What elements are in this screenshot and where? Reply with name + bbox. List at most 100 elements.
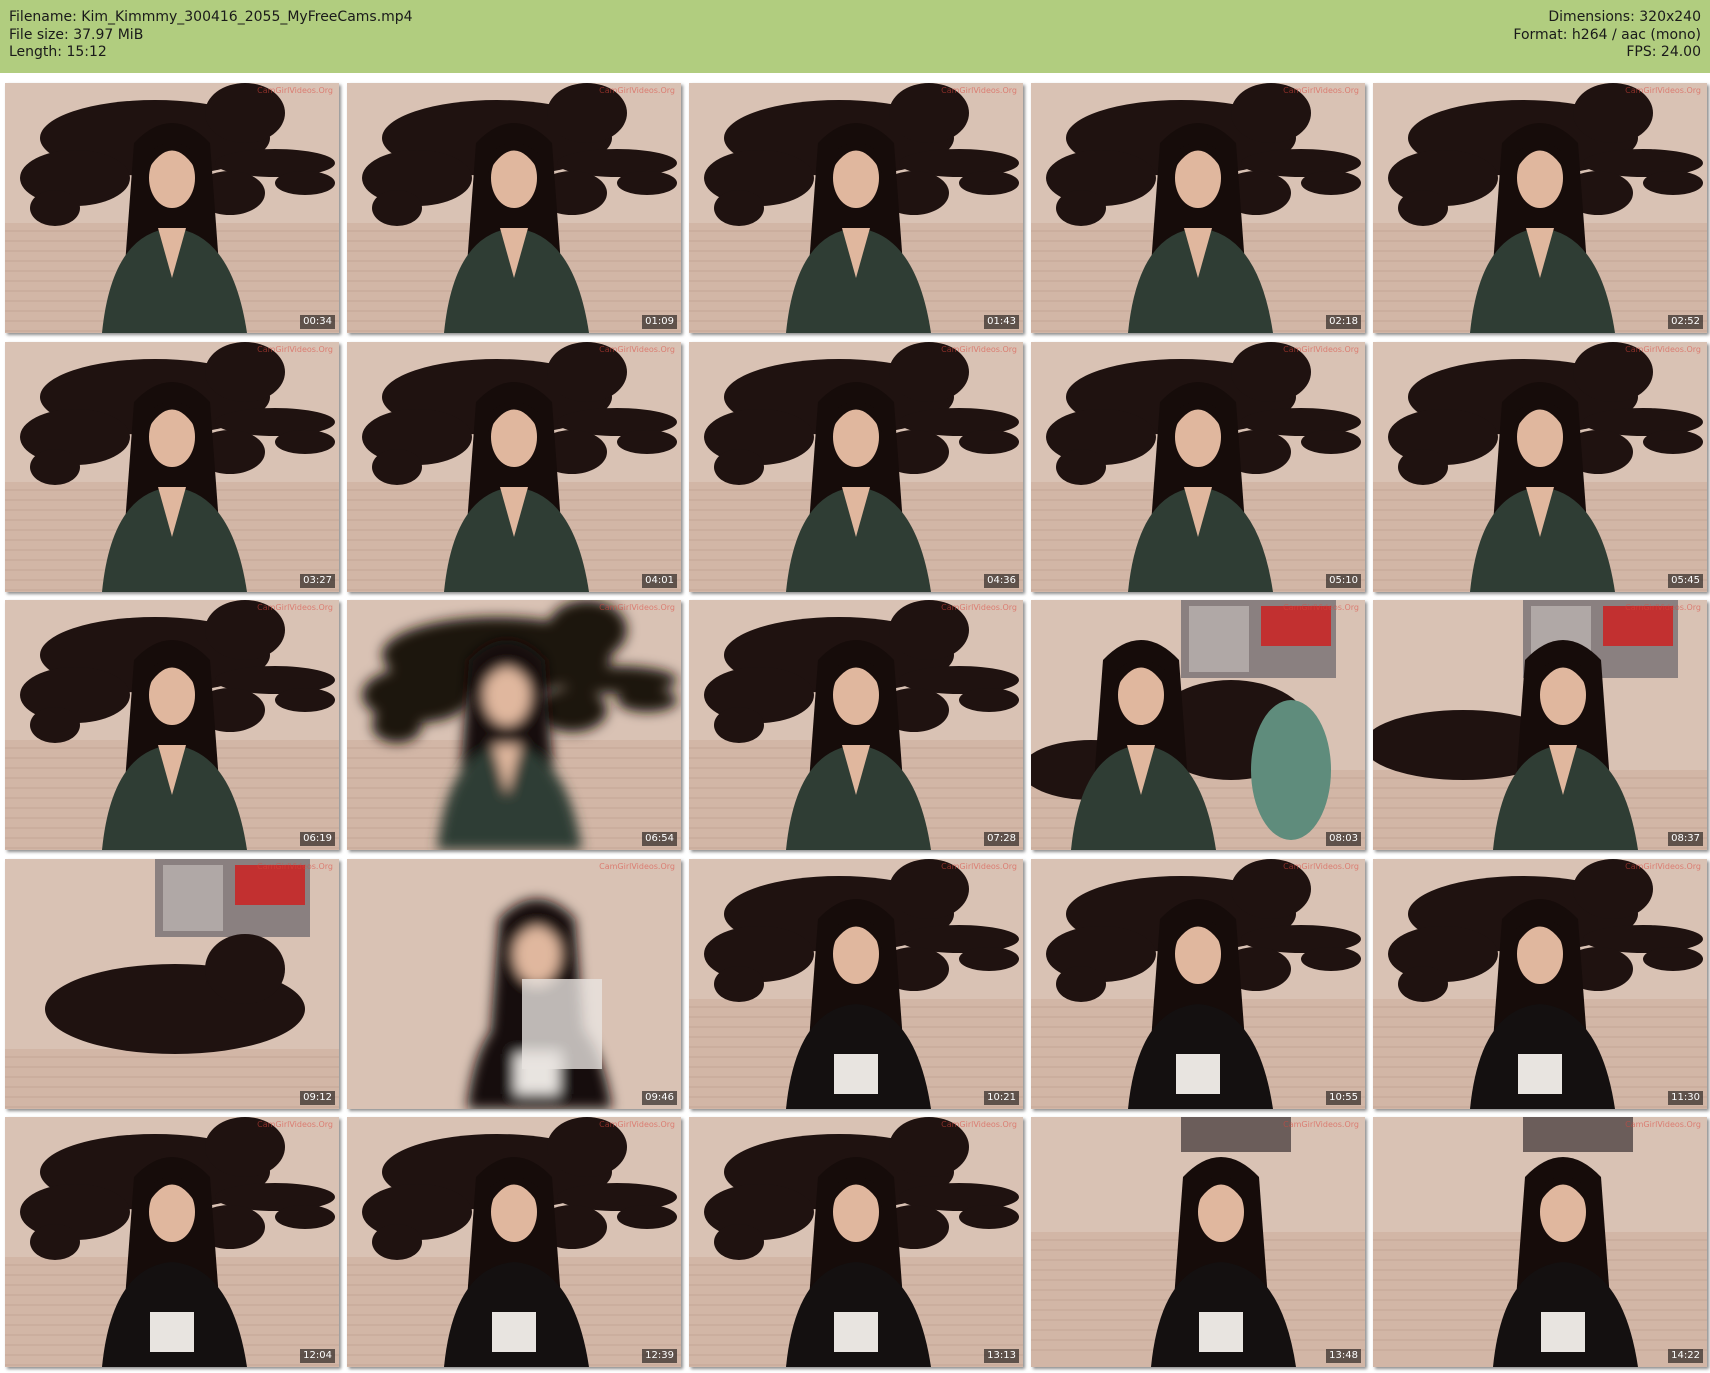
thumbnail-frame-image xyxy=(689,859,1023,1109)
watermark-text: CamGirlVideos.Org xyxy=(599,862,675,871)
video-thumbnail: CamGirlVideos.Org 08:03 xyxy=(1031,600,1365,850)
video-thumbnail: CamGirlVideos.Org 09:46 xyxy=(347,859,681,1109)
video-thumbnail: CamGirlVideos.Org 06:54 xyxy=(347,600,681,850)
video-thumbnail: CamGirlVideos.Org 04:36 xyxy=(689,342,1023,592)
watermark-text: CamGirlVideos.Org xyxy=(941,1120,1017,1129)
thumbnail-grid: CamGirlVideos.Org 00:34 CamGirlVideos.Org 0… xyxy=(5,83,1707,1368)
watermark-text: CamGirlVideos.Org xyxy=(257,603,333,612)
thumbnail-frame-image xyxy=(1031,600,1365,850)
watermark-text: CamGirlVideos.Org xyxy=(257,862,333,871)
thumbnail-frame-image xyxy=(1373,1117,1707,1367)
thumbnail-frame-image xyxy=(1373,859,1707,1109)
watermark-text: CamGirlVideos.Org xyxy=(1625,862,1701,871)
timestamp-label: 08:37 xyxy=(1668,832,1703,846)
video-thumbnail: CamGirlVideos.Org 14:22 xyxy=(1373,1117,1707,1367)
thumbnail-frame-image xyxy=(5,83,339,333)
watermark-text: CamGirlVideos.Org xyxy=(941,603,1017,612)
timestamp-label: 14:22 xyxy=(1668,1349,1703,1363)
timestamp-label: 04:01 xyxy=(642,574,677,588)
timestamp-label: 04:36 xyxy=(984,574,1019,588)
watermark-text: CamGirlVideos.Org xyxy=(1625,603,1701,612)
thumbnail-frame-image xyxy=(5,342,339,592)
thumbnail-frame-image xyxy=(689,83,1023,333)
thumbnail-frame-image xyxy=(347,1117,681,1367)
video-thumbnail: CamGirlVideos.Org 09:12 xyxy=(5,859,339,1109)
timestamp-label: 11:30 xyxy=(1668,1091,1703,1105)
length-label: Length: 15:12 xyxy=(9,44,107,60)
video-thumbnail: CamGirlVideos.Org 03:27 xyxy=(5,342,339,592)
video-thumbnail: CamGirlVideos.Org 12:04 xyxy=(5,1117,339,1367)
video-thumbnail: CamGirlVideos.Org 13:13 xyxy=(689,1117,1023,1367)
watermark-text: CamGirlVideos.Org xyxy=(599,603,675,612)
watermark-text: CamGirlVideos.Org xyxy=(1625,345,1701,354)
video-thumbnail: CamGirlVideos.Org 04:01 xyxy=(347,342,681,592)
watermark-text: CamGirlVideos.Org xyxy=(257,345,333,354)
timestamp-label: 12:39 xyxy=(642,1349,677,1363)
video-thumbnail: CamGirlVideos.Org 02:52 xyxy=(1373,83,1707,333)
timestamp-label: 12:04 xyxy=(300,1349,335,1363)
timestamp-label: 05:45 xyxy=(1668,574,1703,588)
thumbnail-frame-image xyxy=(1031,83,1365,333)
video-thumbnail: CamGirlVideos.Org 01:09 xyxy=(347,83,681,333)
timestamp-label: 02:52 xyxy=(1668,315,1703,329)
info-header: Filename: Kim_Kimmmy_300416_2055_MyFreeC… xyxy=(0,0,1710,73)
watermark-text: CamGirlVideos.Org xyxy=(1283,862,1359,871)
dimensions-label: Dimensions: 320x240 xyxy=(1548,9,1701,25)
watermark-text: CamGirlVideos.Org xyxy=(1625,1120,1701,1129)
watermark-text: CamGirlVideos.Org xyxy=(599,345,675,354)
timestamp-label: 05:10 xyxy=(1326,574,1361,588)
timestamp-label: 01:43 xyxy=(984,315,1019,329)
file-size-label: File size: 37.97 MiB xyxy=(9,26,144,43)
video-thumbnail: CamGirlVideos.Org 08:37 xyxy=(1373,600,1707,850)
meta-left: Filename: Kim_Kimmmy_300416_2055_MyFreeC… xyxy=(9,9,413,62)
thumbnail-frame-image xyxy=(5,859,339,1109)
thumbnail-frame-image xyxy=(347,859,681,1109)
timestamp-label: 00:34 xyxy=(300,315,335,329)
watermark-text: CamGirlVideos.Org xyxy=(257,86,333,95)
video-thumbnail: CamGirlVideos.Org 00:34 xyxy=(5,83,339,333)
video-thumbnail: CamGirlVideos.Org 06:19 xyxy=(5,600,339,850)
thumbnail-frame-image xyxy=(1031,859,1365,1109)
video-thumbnail: CamGirlVideos.Org 11:30 xyxy=(1373,859,1707,1109)
thumbnail-frame-image xyxy=(5,1117,339,1367)
timestamp-label: 06:54 xyxy=(642,832,677,846)
video-thumbnail: CamGirlVideos.Org 02:18 xyxy=(1031,83,1365,333)
video-thumbnail: CamGirlVideos.Org 07:28 xyxy=(689,600,1023,850)
thumbnail-frame-image xyxy=(1031,342,1365,592)
thumbnail-frame-image xyxy=(347,342,681,592)
thumbnail-frame-image xyxy=(1031,1117,1365,1367)
timestamp-label: 09:12 xyxy=(300,1091,335,1105)
thumbnail-frame-image xyxy=(689,1117,1023,1367)
timestamp-label: 02:18 xyxy=(1326,315,1361,329)
timestamp-label: 03:27 xyxy=(300,574,335,588)
timestamp-label: 10:21 xyxy=(984,1091,1019,1105)
thumbnail-frame-image xyxy=(689,600,1023,850)
timestamp-label: 07:28 xyxy=(984,832,1019,846)
video-thumbnail: CamGirlVideos.Org 05:10 xyxy=(1031,342,1365,592)
timestamp-label: 06:19 xyxy=(300,832,335,846)
video-thumbnail: CamGirlVideos.Org 10:55 xyxy=(1031,859,1365,1109)
timestamp-label: 13:13 xyxy=(984,1349,1019,1363)
thumbnail-frame-image xyxy=(1373,600,1707,850)
timestamp-label: 10:55 xyxy=(1326,1091,1361,1105)
watermark-text: CamGirlVideos.Org xyxy=(599,1120,675,1129)
timestamp-label: 13:48 xyxy=(1326,1349,1361,1363)
watermark-text: CamGirlVideos.Org xyxy=(599,86,675,95)
timestamp-label: 01:09 xyxy=(642,315,677,329)
format-label: Format: h264 / aac (mono) xyxy=(1513,26,1701,43)
thumbnail-frame-image xyxy=(689,342,1023,592)
meta-right: Dimensions: 320x240 Format: h264 / aac (… xyxy=(1513,9,1701,62)
video-thumbnail: CamGirlVideos.Org 01:43 xyxy=(689,83,1023,333)
video-thumbnail: CamGirlVideos.Org 13:48 xyxy=(1031,1117,1365,1367)
video-thumbnail: CamGirlVideos.Org 05:45 xyxy=(1373,342,1707,592)
thumbnail-frame-image xyxy=(347,600,681,850)
thumbnail-frame-image xyxy=(1373,83,1707,333)
thumbnail-frame-image xyxy=(1373,342,1707,592)
watermark-text: CamGirlVideos.Org xyxy=(941,86,1017,95)
watermark-text: CamGirlVideos.Org xyxy=(257,1120,333,1129)
watermark-text: CamGirlVideos.Org xyxy=(1283,345,1359,354)
filename-label: Filename: Kim_Kimmmy_300416_2055_MyFreeC… xyxy=(9,9,413,25)
watermark-text: CamGirlVideos.Org xyxy=(1283,86,1359,95)
watermark-text: CamGirlVideos.Org xyxy=(1283,1120,1359,1129)
fps-label: FPS: 24.00 xyxy=(1626,44,1701,60)
